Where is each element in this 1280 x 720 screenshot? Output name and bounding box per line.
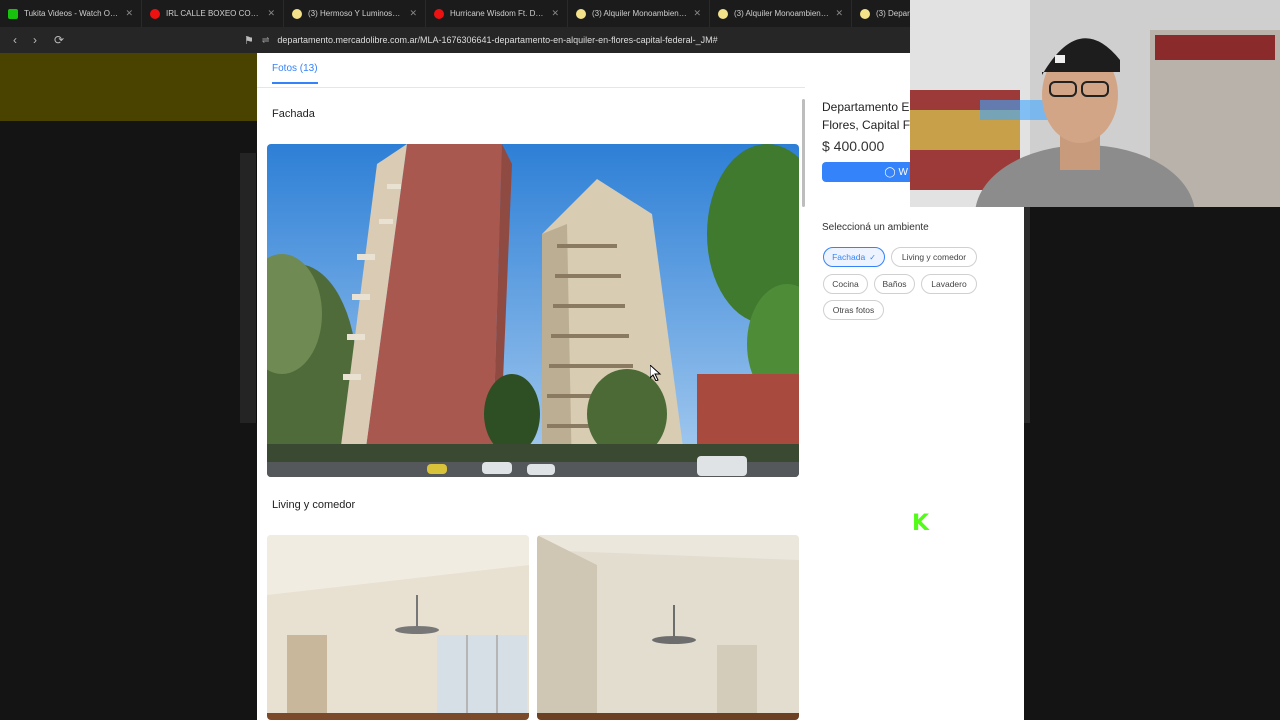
reload-icon[interactable]: ⟳ xyxy=(49,30,69,50)
kick-icon xyxy=(8,8,18,19)
chip-banos[interactable]: Baños xyxy=(874,274,915,294)
listing-title: Departamento E xyxy=(822,100,910,114)
mercadolibre-icon xyxy=(718,8,728,19)
whatsapp-icon: ◯ xyxy=(884,166,896,178)
tab-title: (3) Alquiler Monoambiente En xyxy=(734,9,830,18)
tab-fotos[interactable]: Fotos (13) xyxy=(272,63,318,84)
youtube-icon xyxy=(150,8,160,19)
living-photo-1[interactable] xyxy=(267,535,529,720)
close-icon[interactable]: ✕ xyxy=(409,8,417,19)
mercadolibre-icon xyxy=(576,8,586,19)
browser-tab[interactable]: (3) Alquiler Monoambiente En ✕ xyxy=(710,0,852,27)
browser-tab[interactable]: (3) Alquiler Monoambiente Flo ✕ xyxy=(568,0,710,27)
browser-tab[interactable]: IRL CALLE BOXEO CON UN AM ✕ xyxy=(142,0,284,27)
chip-label: Lavadero xyxy=(931,279,967,289)
check-icon: ✓ xyxy=(869,252,876,262)
tab-title: Hurricane Wisdom Ft. Dtha xyxy=(450,9,546,18)
close-icon[interactable]: ✕ xyxy=(267,8,275,19)
streamer-webcam xyxy=(910,0,1280,207)
tab-title: (3) Alquiler Monoambiente Flo xyxy=(592,9,687,18)
site-info-icon[interactable]: ⇌ xyxy=(262,35,270,46)
scrollbar-thumb[interactable] xyxy=(802,99,805,207)
ambientes-title: Seleccioná un ambiente xyxy=(822,222,929,233)
scrollbar[interactable] xyxy=(801,91,806,718)
close-icon[interactable]: ✕ xyxy=(551,8,559,19)
mouse-cursor-icon xyxy=(650,365,662,381)
section-title-fachada: Fachada xyxy=(272,108,315,120)
close-icon[interactable]: ✕ xyxy=(693,8,701,19)
tab-title: Tukita Videos - Watch On-Dem xyxy=(24,9,119,18)
chip-otras-fotos[interactable]: Otras fotos xyxy=(823,300,884,320)
kick-logo-icon: K xyxy=(912,511,930,536)
chip-cocina[interactable]: Cocina xyxy=(823,274,868,294)
chip-label: Living y comedor xyxy=(901,252,967,262)
bookmark-icon[interactable]: ⚑ xyxy=(244,34,254,47)
forward-icon[interactable]: › xyxy=(25,30,45,50)
listing-location: Flores, Capital F xyxy=(822,118,910,132)
chip-label: Cocina xyxy=(832,279,859,289)
tab-title: (3) Hermoso Y Luminoso Mon xyxy=(308,9,403,18)
back-icon[interactable]: ‹ xyxy=(5,30,25,50)
browser-tab[interactable]: (3) Hermoso Y Luminoso Mon ✕ xyxy=(284,0,426,27)
chip-label: Fachada xyxy=(832,252,866,262)
mercadolibre-icon xyxy=(860,8,870,19)
building-illustration xyxy=(267,144,799,477)
facade-photo[interactable] xyxy=(267,144,799,477)
whatsapp-contact-button[interactable]: ◯ W xyxy=(822,162,912,182)
room-illustration xyxy=(537,535,799,720)
url-text[interactable]: departamento.mercadolibre.com.ar/MLA-167… xyxy=(277,35,717,45)
address-bar[interactable]: ⚑ ⇌ departamento.mercadolibre.com.ar/MLA… xyxy=(244,30,944,50)
browser-tab[interactable]: Tukita Videos - Watch On-Dem ✕ xyxy=(0,0,142,27)
chip-label: Otras fotos xyxy=(832,305,875,315)
close-icon[interactable]: ✕ xyxy=(125,8,133,19)
modal-tabs: Fotos (13) xyxy=(257,53,805,88)
room-illustration xyxy=(267,535,529,720)
section-title-living: Living y comedor xyxy=(272,499,356,511)
contact-button-label: W xyxy=(898,166,908,178)
close-icon[interactable]: ✕ xyxy=(835,8,843,19)
browser-tab[interactable]: Hurricane Wisdom Ft. Dtha ✕ xyxy=(426,0,568,27)
chip-fachada[interactable]: Fachada ✓ xyxy=(823,247,885,267)
tab-title: (3) Depar xyxy=(876,9,910,18)
chip-living-comedor[interactable]: Living y comedor xyxy=(891,247,977,267)
chip-lavadero[interactable]: Lavadero xyxy=(921,274,977,294)
mercadolibre-icon xyxy=(292,8,302,19)
youtube-icon xyxy=(434,8,444,19)
chip-label: Baños xyxy=(882,279,907,289)
webcam-overlay xyxy=(910,0,1280,207)
living-photo-2[interactable] xyxy=(537,535,799,720)
tab-title: IRL CALLE BOXEO CON UN AM xyxy=(166,9,261,18)
